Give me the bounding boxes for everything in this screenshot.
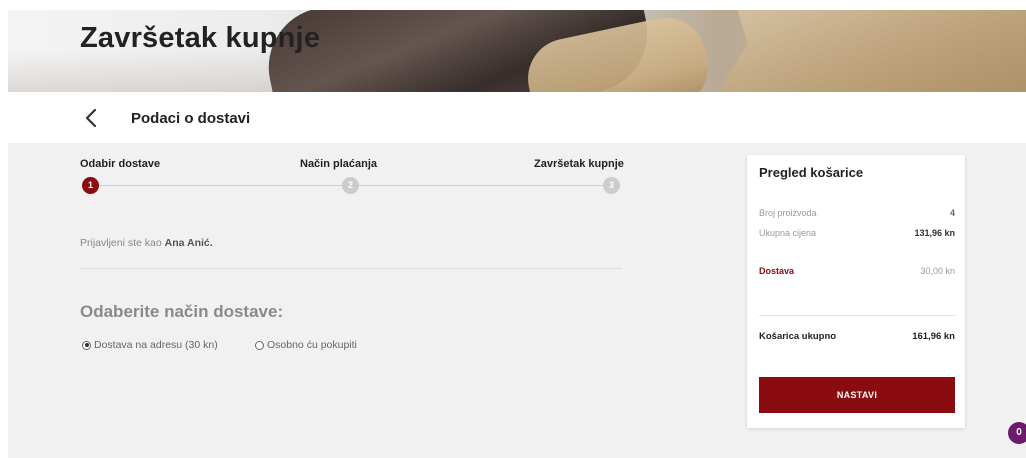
radio-delivery-address-label: Dostava na adresu (30 kn) (94, 339, 218, 351)
cart-total-value: 161,96 kn (912, 331, 955, 342)
chat-badge[interactable]: 0 (1008, 422, 1026, 444)
delivery-method-title: Odaberite način dostave: (80, 302, 284, 321)
step-2-indicator[interactable]: 2 (342, 177, 359, 194)
step-2-label: Način plaćanja (300, 158, 378, 170)
step-1-indicator[interactable]: 1 (82, 177, 99, 194)
step-3-label: Završetak kupnje (534, 158, 624, 170)
radio-personal-pickup-label: Osobno ću pokupiti (267, 339, 357, 351)
delivery-cost-label: Dostava (759, 266, 795, 276)
step-3-indicator[interactable]: 3 (603, 177, 620, 194)
subheader: Podaci o dostavi (0, 100, 1026, 140)
subtotal-label: Ukupna cijena (759, 228, 817, 238)
hero-banner: Završetak kupnje (8, 10, 1026, 92)
cart-summary: Pregled košarice Broj proizvoda 4 Ukupna… (747, 155, 965, 428)
delivery-cost-value: 30,00 kn (920, 266, 955, 276)
continue-button[interactable]: NASTAVI (759, 377, 955, 413)
login-status: Prijavljeni ste kao Ana Anić. (80, 237, 213, 249)
cart-total-label: Košarica ukupno (759, 331, 837, 342)
step-1-label: Odabir dostave (80, 158, 161, 170)
section-heading: Podaci o dostavi (131, 110, 251, 127)
radio-unselected-icon[interactable] (255, 340, 264, 350)
checkout-steps: Odabir dostave Način plaćanja Završetak … (80, 158, 624, 198)
page-title: Završetak kupnje (80, 22, 321, 54)
cart-divider (759, 315, 955, 316)
radio-personal-pickup[interactable]: Osobno ću pokupiti (255, 339, 357, 351)
login-prefix: Prijavljeni ste kao (80, 237, 162, 249)
cart-title: Pregled košarice (759, 165, 864, 180)
chevron-left-icon[interactable] (80, 106, 104, 130)
radio-selected-icon[interactable] (82, 340, 91, 350)
hero-paper-bag-image (708, 10, 1026, 92)
subtotal-value: 131,96 kn (914, 228, 955, 238)
items-count-value: 4 (949, 208, 955, 218)
items-count-label: Broj proizvoda (759, 208, 817, 218)
divider (80, 268, 622, 269)
user-name: Ana Anić. (164, 237, 213, 249)
radio-delivery-address[interactable]: Dostava na adresu (30 kn) (82, 339, 218, 351)
